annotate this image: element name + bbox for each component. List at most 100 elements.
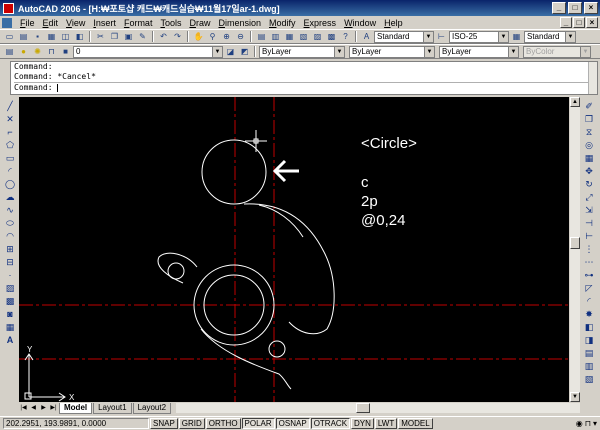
lock-icon[interactable]: ⊓ (585, 419, 591, 428)
move-icon[interactable]: ✥ (583, 165, 596, 177)
point-icon[interactable]: · (4, 269, 17, 281)
autocad-icon[interactable] (3, 2, 14, 14)
menu-draw[interactable]: Draw (185, 18, 214, 28)
sheet-set-icon[interactable]: ▧ (297, 31, 310, 43)
minimize-button[interactable]: _ (552, 2, 566, 14)
break-at-point-icon[interactable]: ⋮ (583, 243, 596, 255)
make-current-icon[interactable]: ◪ (224, 46, 237, 58)
ellipse-icon[interactable]: ⬭ (4, 217, 17, 229)
spline-icon[interactable]: ∿ (4, 204, 17, 216)
menu-express[interactable]: Express (300, 18, 341, 28)
insert-block-icon[interactable]: ⊞ (4, 243, 17, 255)
paste-icon[interactable]: ▣ (122, 31, 135, 43)
text-style-select[interactable]: Standard ▼ (374, 30, 434, 43)
scroll-up-button[interactable]: ▲ (570, 97, 580, 107)
help-icon[interactable]: ? (339, 31, 352, 43)
cut-icon[interactable]: ✂ (94, 31, 107, 43)
doc-minimize-button[interactable]: _ (560, 17, 572, 28)
menu-dimension[interactable]: Dimension (214, 18, 265, 28)
communication-center-icon[interactable]: ◉ (576, 419, 583, 428)
polygon-icon[interactable]: ⬠ (4, 139, 17, 151)
make-block-icon[interactable]: ⊟ (4, 256, 17, 268)
osnap-toggle[interactable]: OSNAP (275, 418, 310, 429)
copy-object-icon[interactable]: ❐ (583, 113, 596, 125)
model-toggle[interactable]: MODEL (398, 418, 433, 429)
menu-edit[interactable]: Edit (39, 18, 63, 28)
group-icon[interactable]: ▥ (583, 360, 596, 372)
revision-cloud-icon[interactable]: ☁ (4, 191, 17, 203)
publish-icon[interactable]: ◧ (73, 31, 86, 43)
array-icon[interactable]: ▦ (583, 152, 596, 164)
menu-view[interactable]: View (62, 18, 89, 28)
chevron-down-icon[interactable]: ▼ (565, 31, 575, 42)
doc-close-button[interactable]: × (586, 17, 598, 28)
redo-icon[interactable]: ↷ (171, 31, 184, 43)
ortho-toggle[interactable]: ORTHO (205, 418, 241, 429)
zoom-previous-icon[interactable]: ⊖ (234, 31, 247, 43)
horizontal-scroll-thumb[interactable] (356, 403, 371, 413)
save-icon[interactable]: ▪ (31, 31, 44, 43)
zoom-window-icon[interactable]: ⊕ (220, 31, 233, 43)
lwt-toggle[interactable]: LWT (374, 418, 398, 429)
chevron-down-icon[interactable]: ▼ (498, 31, 508, 42)
zoom-realtime-icon[interactable]: ⚲ (206, 31, 219, 43)
maximize-button[interactable]: □ (568, 2, 582, 14)
polar-toggle[interactable]: POLAR (241, 418, 275, 429)
previous-tab-button[interactable]: ◀ (29, 403, 38, 413)
layer-tools-icon[interactable]: ◨ (583, 334, 596, 346)
horizontal-scrollbar[interactable] (176, 403, 580, 413)
menu-help[interactable]: Help (380, 18, 407, 28)
scale-icon[interactable]: ⤢ (583, 191, 596, 203)
vertical-scroll-thumb[interactable] (570, 237, 580, 249)
command-input[interactable]: Command: (14, 82, 597, 92)
grid-toggle[interactable]: GRID (178, 418, 205, 429)
status-menu-icon[interactable]: ▾ (593, 419, 597, 428)
color-square-icon[interactable]: ■ (59, 46, 72, 58)
copy-icon[interactable]: ❐ (108, 31, 121, 43)
construction-line-icon[interactable]: ✕ (4, 113, 17, 125)
coordinate-readout[interactable]: 202.2951, 193.9891, 0.0000 (3, 418, 149, 429)
tool-palettes-icon[interactable]: ▦ (283, 31, 296, 43)
ungroup-icon[interactable]: ▧ (583, 373, 596, 385)
properties-toggle-icon[interactable]: ▤ (583, 347, 596, 359)
unlock-icon[interactable]: ⊓ (45, 46, 58, 58)
scroll-down-button[interactable]: ▼ (570, 392, 580, 402)
offset-icon[interactable]: ◎ (583, 139, 596, 151)
extend-icon[interactable]: ⊢ (583, 230, 596, 242)
layer-select[interactable]: 0 ▼ (73, 45, 223, 58)
chevron-down-icon[interactable]: ▼ (423, 31, 433, 42)
chevron-down-icon[interactable]: ▼ (508, 46, 518, 57)
next-tab-button[interactable]: ▶ (39, 403, 48, 413)
layer-manager-icon[interactable]: ▤ (3, 46, 16, 58)
table-style-select[interactable]: Standard ▼ (524, 30, 576, 43)
polyline-icon[interactable]: ⌐ (4, 126, 17, 138)
tab-layout1[interactable]: Layout1 (93, 402, 132, 414)
stretch-icon[interactable]: ⇲ (583, 204, 596, 216)
color-select[interactable]: ByLayer ▼ (259, 45, 345, 58)
last-tab-button[interactable]: ▶| (49, 403, 58, 413)
chevron-down-icon[interactable]: ▼ (424, 46, 434, 57)
lineweight-select[interactable]: ByLayer ▼ (439, 45, 519, 58)
dim-style-select[interactable]: ISO-25 ▼ (449, 30, 509, 43)
properties-icon[interactable]: ▤ (255, 31, 268, 43)
menu-format[interactable]: Format (120, 18, 157, 28)
rectangle-icon[interactable]: ▭ (4, 152, 17, 164)
table-icon[interactable]: ▦ (4, 321, 17, 333)
mirror-icon[interactable]: ⧖ (583, 126, 596, 138)
menu-insert[interactable]: Insert (89, 18, 120, 28)
plot-preview-icon[interactable]: ◫ (59, 31, 72, 43)
line-icon[interactable]: ╱ (4, 100, 17, 112)
design-center-icon[interactable]: ▥ (269, 31, 282, 43)
otrack-toggle[interactable]: OTRACK (310, 418, 351, 429)
drawing-canvas[interactable]: <Circle> c 2p @0,24 Y X (19, 97, 569, 402)
fillet-icon[interactable]: ◜ (583, 295, 596, 307)
undo-icon[interactable]: ↶ (157, 31, 170, 43)
chevron-down-icon[interactable]: ▼ (212, 46, 222, 57)
snap-toggle[interactable]: SNAP (150, 418, 178, 429)
close-button[interactable]: × (584, 2, 598, 14)
layer-previous-icon[interactable]: ◩ (238, 46, 251, 58)
calculator-icon[interactable]: ▩ (325, 31, 338, 43)
join-icon[interactable]: ⊶ (583, 269, 596, 281)
menu-file[interactable]: File (16, 18, 39, 28)
hatch-icon[interactable]: ▨ (4, 282, 17, 294)
